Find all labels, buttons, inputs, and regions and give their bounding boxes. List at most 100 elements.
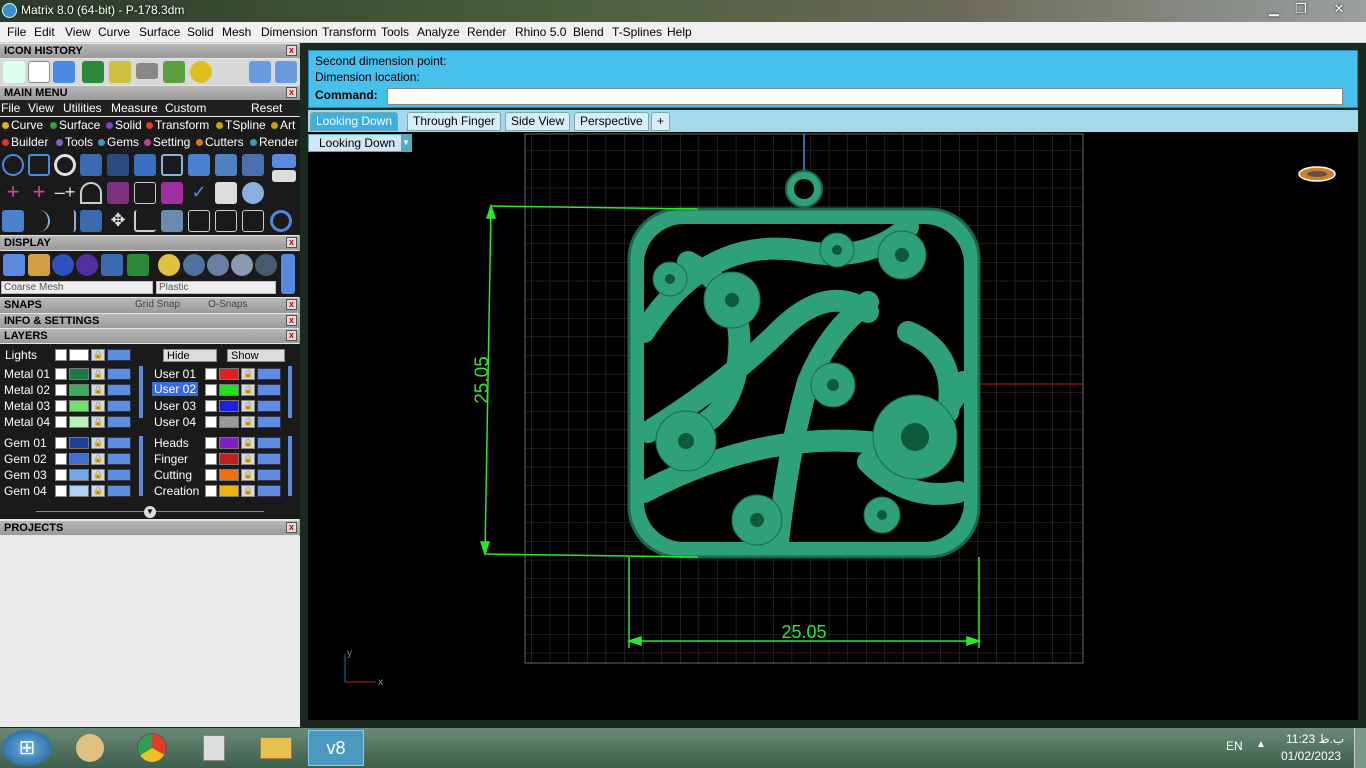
grid-display-icon[interactable]: [127, 254, 149, 276]
color-swatch[interactable]: [219, 416, 239, 428]
lock-icon[interactable]: 🔒: [91, 368, 105, 380]
flow-icon[interactable]: [161, 210, 183, 232]
material-select[interactable]: Plastic: [156, 281, 276, 294]
scroll-down-icon[interactable]: [272, 170, 296, 182]
grid-snap-toggle[interactable]: Grid Snap: [135, 298, 180, 312]
close-icon[interactable]: x: [286, 315, 297, 326]
scrollbar[interactable]: [288, 366, 292, 418]
lock-icon[interactable]: 🔒: [241, 453, 255, 465]
wireframe-icon[interactable]: [3, 254, 25, 276]
minimize-button[interactable]: ▁: [1262, 0, 1286, 18]
move-icon[interactable]: ✥: [107, 210, 129, 232]
play-icon[interactable]: ▶: [55, 416, 67, 428]
play-icon[interactable]: ▶: [205, 437, 217, 449]
add-tab-button[interactable]: +: [651, 112, 671, 131]
diamond-icon[interactable]: [134, 154, 156, 176]
mm-measure[interactable]: Measure: [111, 101, 158, 115]
polyline-icon[interactable]: [3, 61, 25, 83]
play-icon[interactable]: ▶: [55, 453, 67, 465]
show-desktop-button[interactable]: [1354, 728, 1366, 768]
layer-metal-01[interactable]: Metal 01: [4, 367, 50, 381]
menu-mesh[interactable]: Mesh: [222, 25, 251, 39]
flower-icon[interactable]: [163, 61, 185, 83]
main-menu-header[interactable]: MAIN MENU x: [0, 86, 300, 100]
matrix-app-button[interactable]: v8: [308, 730, 364, 766]
visibility-toggle[interactable]: [107, 368, 131, 380]
chevron-down-icon[interactable]: ▼: [144, 506, 156, 518]
visibility-toggle[interactable]: [107, 400, 131, 412]
close-icon[interactable]: x: [286, 299, 297, 310]
play-icon[interactable]: ▶: [55, 437, 67, 449]
lock-icon[interactable]: 🔒: [91, 453, 105, 465]
chevron-up-icon[interactable]: ▲: [1256, 739, 1266, 750]
mesh-select[interactable]: Coarse Mesh: [1, 281, 153, 294]
ring-icon[interactable]: [54, 154, 76, 176]
morph-icon[interactable]: [107, 182, 129, 204]
lock-icon[interactable]: 🔒: [91, 416, 105, 428]
split-icon[interactable]: [215, 210, 237, 232]
cylinder-icon[interactable]: [215, 154, 237, 176]
layer-heads[interactable]: Heads: [154, 436, 189, 450]
mirror-icon[interactable]: [80, 210, 102, 232]
shade-icon[interactable]: [28, 254, 50, 276]
lock-icon[interactable]: 🔒: [91, 485, 105, 497]
new-document-icon[interactable]: [28, 61, 50, 83]
scrollbar[interactable]: [139, 436, 143, 496]
lock-icon[interactable]: 🔒: [241, 368, 255, 380]
restore-button[interactable]: ❐: [1289, 0, 1313, 18]
rotate-icon[interactable]: [134, 210, 156, 232]
visibility-toggle[interactable]: [257, 453, 281, 465]
play-icon[interactable]: ▶: [55, 384, 67, 396]
menu-solid[interactable]: Solid: [187, 25, 214, 39]
menu-surface[interactable]: Surface: [139, 25, 180, 39]
menu-dimension[interactable]: Dimension: [261, 25, 318, 39]
lock-icon[interactable]: 🔒: [241, 400, 255, 412]
cat-tspline[interactable]: TSpline: [216, 118, 266, 132]
cat-setting[interactable]: Setting: [144, 135, 190, 149]
color-swatch[interactable]: [219, 485, 239, 497]
play-icon[interactable]: ▶: [205, 400, 217, 412]
visibility-toggle[interactable]: [257, 368, 281, 380]
render-sphere-icon[interactable]: [52, 254, 74, 276]
layer-metal-04[interactable]: Metal 04: [4, 415, 50, 429]
snaps-header[interactable]: SNAPS Grid Snap O-Snaps x: [0, 298, 300, 313]
visibility-toggle[interactable]: [107, 384, 131, 396]
menu-tools[interactable]: Tools: [381, 25, 409, 39]
start-button[interactable]: ⊞: [2, 730, 52, 766]
tab-side-view[interactable]: Side View: [505, 112, 571, 131]
mm-utilities[interactable]: Utilities: [63, 101, 102, 115]
cat-curve[interactable]: Curve: [2, 118, 43, 132]
color-swatch[interactable]: [219, 437, 239, 449]
clock-time[interactable]: 11:23 ب.ظ: [1286, 732, 1344, 746]
ring-icon[interactable]: [270, 210, 292, 232]
layer-finger[interactable]: Finger: [154, 452, 188, 466]
cat-gems[interactable]: Gems: [98, 135, 139, 149]
folder-icon[interactable]: [248, 730, 304, 766]
close-icon[interactable]: x: [286, 237, 297, 248]
projects-header[interactable]: PROJECTS x: [0, 521, 300, 535]
color-swatch[interactable]: [69, 384, 89, 396]
visibility-toggle[interactable]: [257, 485, 281, 497]
layer-metal-03[interactable]: Metal 03: [4, 399, 50, 413]
color-swatch[interactable]: [219, 368, 239, 380]
menu-blend[interactable]: Blend: [573, 25, 604, 39]
command-input[interactable]: [387, 88, 1343, 105]
visibility-toggle[interactable]: [257, 416, 281, 428]
circle-icon[interactable]: [2, 154, 24, 176]
close-button[interactable]: ✕: [1327, 0, 1351, 18]
close-icon[interactable]: x: [286, 87, 297, 98]
curve-icon[interactable]: [109, 61, 131, 83]
mm-reset[interactable]: Reset: [251, 101, 282, 115]
bezel-icon[interactable]: [80, 154, 102, 176]
color-swatch[interactable]: [69, 469, 89, 481]
color-swatch[interactable]: [219, 469, 239, 481]
lock-icon[interactable]: 🔒: [241, 437, 255, 449]
cat-render[interactable]: Render: [250, 135, 298, 149]
visibility-toggle[interactable]: [107, 453, 131, 465]
group-icon[interactable]: [188, 210, 210, 232]
lock-icon[interactable]: 🔒: [91, 437, 105, 449]
cubes-icon[interactable]: [2, 210, 24, 232]
o-snaps-toggle[interactable]: O-Snaps: [208, 298, 247, 312]
clock-date[interactable]: 01/02/2023: [1281, 749, 1341, 763]
forward-arrow-icon[interactable]: [275, 61, 297, 83]
